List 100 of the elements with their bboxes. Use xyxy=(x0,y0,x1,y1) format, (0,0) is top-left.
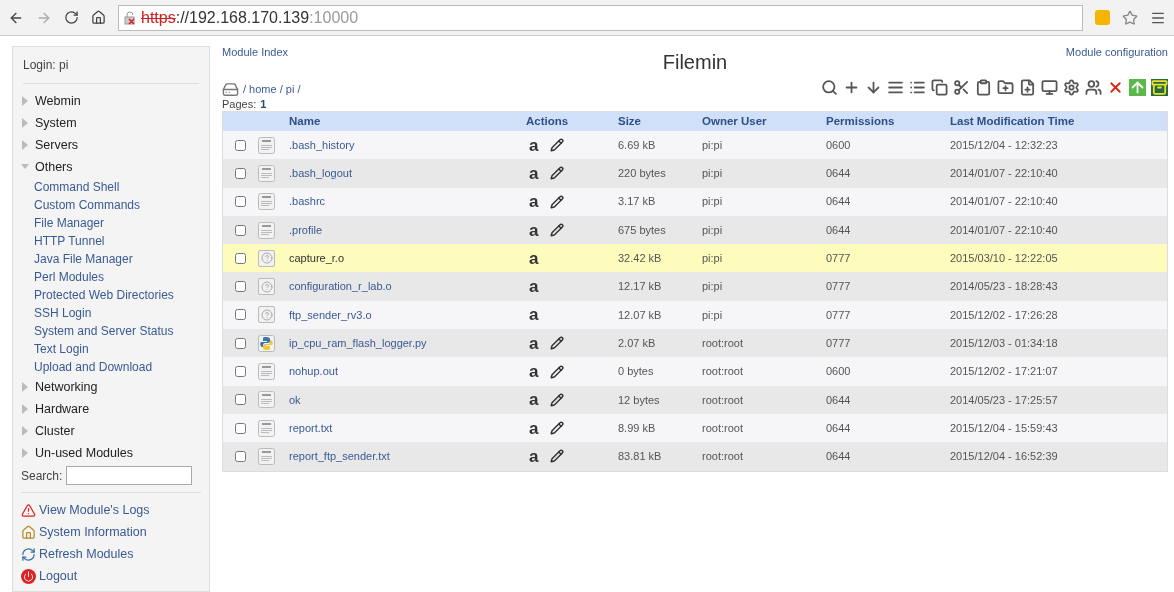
pencil-icon[interactable] xyxy=(550,336,565,351)
pencil-icon[interactable] xyxy=(550,449,565,464)
file-name-link[interactable]: ip_cpu_ram_flash_logger.py xyxy=(289,334,526,352)
file-name-link[interactable]: .bashrc xyxy=(289,193,526,210)
search-icon[interactable] xyxy=(821,79,838,96)
file-row[interactable]: configuration_r_lab.o a 12.17 kB pi:pi 0777 2014/05/23 - 18:28:43 xyxy=(223,272,1167,301)
column-header[interactable]: Permissions xyxy=(826,112,950,131)
rename-action[interactable]: a xyxy=(529,164,539,182)
rename-action[interactable]: a xyxy=(529,136,539,154)
file-plus-icon[interactable] xyxy=(1019,79,1036,96)
clipboard-icon[interactable] xyxy=(975,79,992,96)
module-link[interactable]: SSH Login xyxy=(21,304,201,322)
file-name-link[interactable]: capture_r.o xyxy=(289,250,526,267)
category-item[interactable]: Hardware xyxy=(21,398,201,420)
column-header[interactable]: Name xyxy=(289,112,526,131)
rename-action[interactable]: a xyxy=(529,447,539,465)
row-checkbox[interactable] xyxy=(235,167,246,179)
module-link[interactable]: Upload and Download xyxy=(21,358,201,376)
file-row[interactable]: .profile a 675 bytes pi:pi 0644 2014/01/07 - 22:10:40 xyxy=(223,215,1167,245)
folder-plus-icon[interactable] xyxy=(997,79,1014,96)
pencil-icon[interactable] xyxy=(550,364,565,379)
file-row[interactable]: report_ftp_sender.txt a 83.81 kB root:root 0644 2015/12/04 - 16:52:39 xyxy=(223,442,1167,471)
row-checkbox[interactable] xyxy=(235,252,246,264)
file-name-link[interactable]: report.txt xyxy=(289,419,526,437)
category-item[interactable]: Cluster xyxy=(21,420,201,442)
row-checkbox[interactable] xyxy=(235,337,246,349)
category-item[interactable]: Un-used Modules xyxy=(21,442,201,464)
download-icon[interactable] xyxy=(865,79,882,96)
column-header[interactable]: Last Modification Time xyxy=(950,112,1075,131)
file-name-link[interactable]: report_ftp_sender.txt xyxy=(289,448,526,465)
file-row[interactable]: .bashrc a 3.17 kB pi:pi 0644 2014/01/07 - 22:10:40 xyxy=(223,187,1167,216)
file-name-link[interactable]: .bash_history xyxy=(289,136,526,154)
path-link[interactable]: / home / pi / xyxy=(243,81,301,98)
module-index-link[interactable]: Module Index xyxy=(222,44,422,61)
pencil-icon[interactable] xyxy=(550,392,565,407)
category-item[interactable]: Networking xyxy=(21,376,201,398)
file-row[interactable]: ip_cpu_ram_flash_logger.py a 2.07 kB root:root 0777 2015/12/03 - 01:34:18 xyxy=(223,329,1167,358)
row-checkbox[interactable] xyxy=(235,139,246,151)
sidebar-link[interactable]: Logout xyxy=(39,566,78,586)
file-name-link[interactable]: ok xyxy=(289,391,526,409)
pencil-icon[interactable] xyxy=(550,194,565,209)
search-field[interactable] xyxy=(66,466,193,485)
file-row[interactable]: .bash_history a 6.69 kB pi:pi 0600 2015/12/04 - 12:32:23 xyxy=(223,131,1167,160)
sidebar-link[interactable]: View Module's Logs xyxy=(39,500,150,520)
sidebar-link[interactable]: System Information xyxy=(39,522,147,542)
rename-action[interactable]: a xyxy=(529,306,539,324)
category-item[interactable]: Servers xyxy=(21,134,201,156)
sidebar-link[interactable]: Refresh Modules xyxy=(39,544,134,564)
module-link[interactable]: Command Shell xyxy=(21,178,201,196)
row-checkbox[interactable] xyxy=(235,394,246,406)
row-checkbox[interactable] xyxy=(235,450,246,462)
category-item[interactable]: Others xyxy=(21,156,201,178)
file-name-link[interactable]: configuration_r_lab.o xyxy=(289,278,526,295)
list-icon[interactable] xyxy=(909,79,926,96)
file-name-link[interactable]: .profile xyxy=(289,221,526,239)
reload-icon[interactable] xyxy=(64,10,79,25)
file-row[interactable]: .bash_logout a 220 bytes pi:pi 0644 2014/01/07 - 22:10:40 xyxy=(223,159,1167,188)
plus-icon[interactable] xyxy=(843,79,860,96)
rename-action[interactable]: a xyxy=(529,221,539,239)
row-checkbox[interactable] xyxy=(235,366,246,377)
pencil-icon[interactable] xyxy=(550,223,565,238)
file-name-link[interactable]: .bash_logout xyxy=(289,165,526,182)
copy-icon[interactable] xyxy=(931,79,948,96)
row-checkbox[interactable] xyxy=(235,309,246,321)
rename-action[interactable]: a xyxy=(529,278,539,296)
settings-icon[interactable] xyxy=(1063,79,1080,96)
archive-icon[interactable] xyxy=(1151,79,1168,96)
row-checkbox[interactable] xyxy=(235,196,246,208)
module-link[interactable]: Java File Manager xyxy=(21,250,201,268)
row-checkbox[interactable] xyxy=(235,422,246,434)
scissors-icon[interactable] xyxy=(953,79,970,96)
home-icon[interactable] xyxy=(91,10,106,25)
rename-action[interactable]: a xyxy=(529,334,539,352)
file-row[interactable]: ok a 12 bytes root:root 0644 2014/05/23 - 17:25:57 xyxy=(223,385,1167,414)
users-icon[interactable] xyxy=(1085,79,1102,96)
file-name-link[interactable]: ftp_sender_rv3.o xyxy=(289,306,526,324)
pencil-icon[interactable] xyxy=(550,421,565,436)
lines-icon[interactable] xyxy=(887,79,904,96)
column-header[interactable]: Owner User xyxy=(702,112,826,131)
module-link[interactable]: System and Server Status xyxy=(21,322,201,340)
module-configuration-link[interactable]: Module configuration xyxy=(968,44,1168,61)
category-item[interactable]: Webmin xyxy=(21,90,201,112)
address-bar[interactable]: https://192.168.170.139:10000 xyxy=(118,4,1083,31)
module-link[interactable]: Custom Commands xyxy=(21,196,201,214)
file-row[interactable]: report.txt a 8.99 kB root:root 0644 2015/12/04 - 15:59:43 xyxy=(223,413,1167,443)
pencil-icon[interactable] xyxy=(550,138,565,153)
module-link[interactable]: Text Login xyxy=(21,340,201,358)
rename-action[interactable]: a xyxy=(529,193,539,211)
rename-action[interactable]: a xyxy=(529,391,539,409)
monitor-icon[interactable] xyxy=(1041,79,1058,96)
file-row[interactable]: ftp_sender_rv3.o a 12.07 kB pi:pi 0777 2015/12/02 - 17:26:28 xyxy=(223,300,1167,330)
category-item[interactable]: System xyxy=(21,112,201,134)
pencil-icon[interactable] xyxy=(550,166,565,181)
row-checkbox[interactable] xyxy=(235,281,246,293)
column-header[interactable]: Actions xyxy=(526,112,618,131)
star-icon[interactable] xyxy=(1122,9,1138,26)
module-link[interactable]: Protected Web Directories xyxy=(21,286,201,304)
file-row[interactable]: nohup.out a 0 bytes root:root 0600 2015/12/02 - 17:21:07 xyxy=(223,357,1167,386)
rename-action[interactable]: a xyxy=(529,249,539,267)
file-row[interactable]: capture_r.o a 32.42 kB pi:pi 0777 2015/03/10 - 12:22:05 xyxy=(223,244,1167,273)
